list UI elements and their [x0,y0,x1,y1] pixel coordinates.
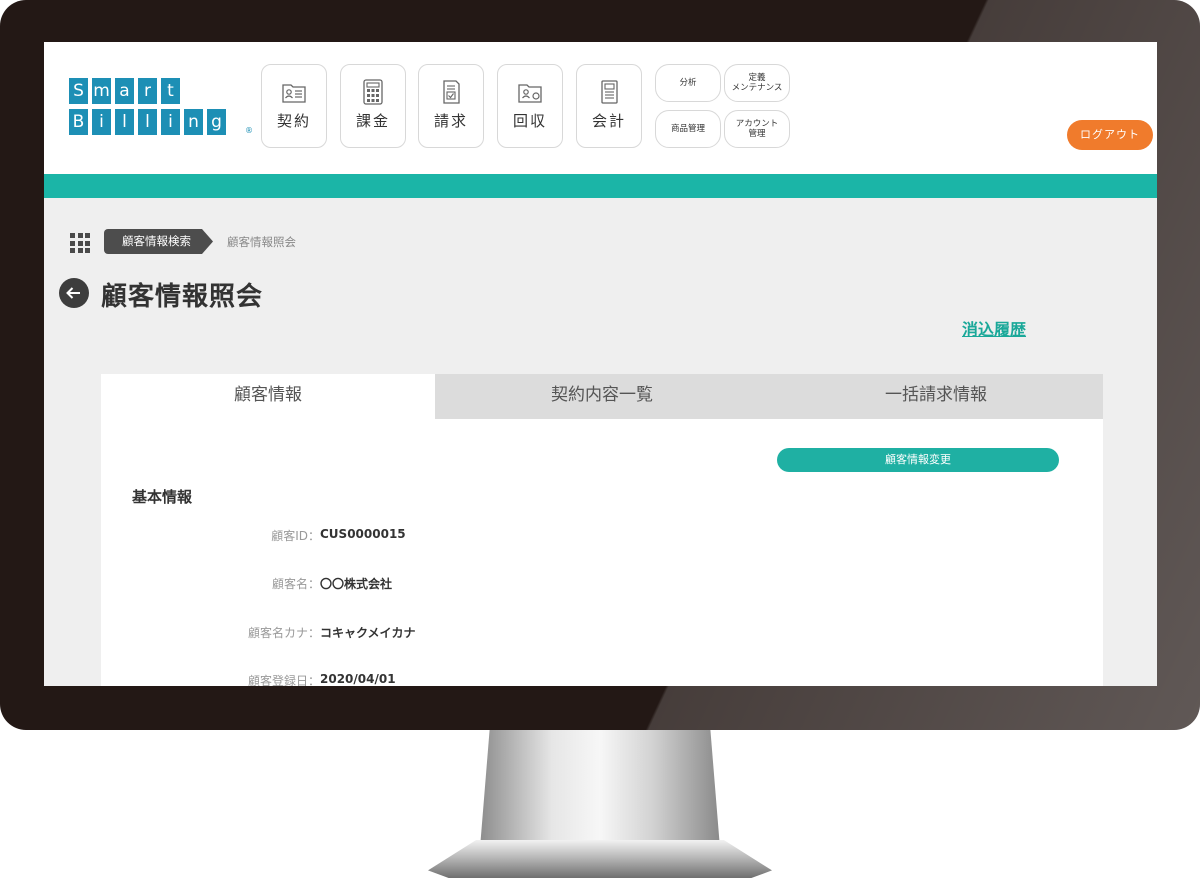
section-title-basic-info: 基本情報 [132,488,193,506]
tab-bulk-billing-info[interactable]: 一括請求情報 [769,374,1103,419]
field-label: 顧客名カナ： [247,626,320,640]
logo-letter: t [161,78,180,104]
app-header: S m a r t B i l l i n g ® 契約 課金 請求 回収 会計… [44,42,1157,174]
field-customer-name: 顧客名： 〇〇株式会社 [120,575,392,591]
tab-bar: 顧客情報 契約内容一覧 一括請求情報 [101,374,1103,419]
logo-letter: m [92,78,111,104]
field-label: 顧客ID： [271,529,320,543]
logout-button[interactable]: ログアウト [1067,120,1153,150]
reconciliation-history-link[interactable]: 消込履歴 [962,316,1026,340]
nav-contract-button[interactable]: 契約 [261,64,327,148]
monitor-base [428,840,772,878]
nav-account-management-button[interactable]: アカウント 管理 [724,110,790,148]
nav-label: 契約 [276,112,311,130]
edit-customer-info-button[interactable]: 顧客情報変更 [777,448,1059,472]
logo-letter: r [138,78,157,104]
field-label: 顧客名： [271,577,320,591]
field-customer-name-kana: 顧客名カナ： コキャクメイカナ [120,624,416,640]
customer-info-panel: 顧客情報変更 基本情報 顧客ID： CUS0000015 顧客名： 〇〇株式会社… [101,419,1103,686]
logo-letter: l [138,109,157,135]
nav-label: 回収 [512,112,547,130]
header-accent-bar [44,174,1157,198]
logo-row-smart: S m a r t [69,78,230,104]
nav-analysis-button[interactable]: 分析 [655,64,721,102]
logo-letter: n [184,109,203,135]
nav-accounting-button[interactable]: 会計 [576,64,642,148]
field-customer-id: 顧客ID： CUS0000015 [120,527,405,543]
field-value: CUS0000015 [320,527,406,541]
nav-billing-button[interactable]: 課金 [340,64,406,148]
tab-contract-list[interactable]: 契約内容一覧 [435,374,769,419]
logo-letter: S [69,78,88,104]
nav-invoice-button[interactable]: 請求 [418,64,484,148]
breadcrumb-customer-search[interactable]: 顧客情報検索 [104,229,213,254]
logo-letter: g [207,109,226,135]
breadcrumb-current: 顧客情報照会 [227,235,296,249]
contract-icon [282,84,306,103]
logo-letter: l [115,109,134,135]
calculator-icon [363,79,383,105]
arrow-left-icon [66,287,80,299]
app-screen: S m a r t B i l l i n g ® 契約 課金 請求 回収 会計… [44,42,1157,686]
nav-collection-button[interactable]: 回収 [497,64,563,148]
page-title: 顧客情報照会 [101,282,264,312]
tab-customer-info[interactable]: 顧客情報 [101,374,435,419]
logo-letter: i [161,109,180,135]
nav-label: 請求 [433,112,468,130]
smart-billing-logo[interactable]: S m a r t B i l l i n g ® [69,78,253,140]
collection-icon [518,84,542,103]
nav-definition-maintenance-button[interactable]: 定義 メンテナンス [724,64,790,102]
field-value: コキャクメイカナ [320,626,416,640]
logo-letter: i [92,109,111,135]
field-value: 2020/04/01 [320,672,396,686]
nav-product-management-button[interactable]: 商品管理 [655,110,721,148]
invoice-icon [443,80,460,104]
logo-letter: B [69,109,88,135]
grid-menu-icon[interactable] [70,233,90,253]
logo-letter: a [115,78,134,104]
registered-mark: ® [245,126,253,135]
back-button[interactable] [59,278,89,308]
field-registration-date: 顧客登録日： 2020/04/01 [120,672,396,686]
accounting-icon [601,80,618,104]
nav-label: 会計 [591,112,626,130]
logo-row-billing: B i l l i n g [69,109,230,135]
field-value: 〇〇株式会社 [320,577,393,591]
field-label: 顧客登録日： [247,674,320,686]
monitor-stand [480,730,720,848]
nav-label: 課金 [355,112,390,130]
